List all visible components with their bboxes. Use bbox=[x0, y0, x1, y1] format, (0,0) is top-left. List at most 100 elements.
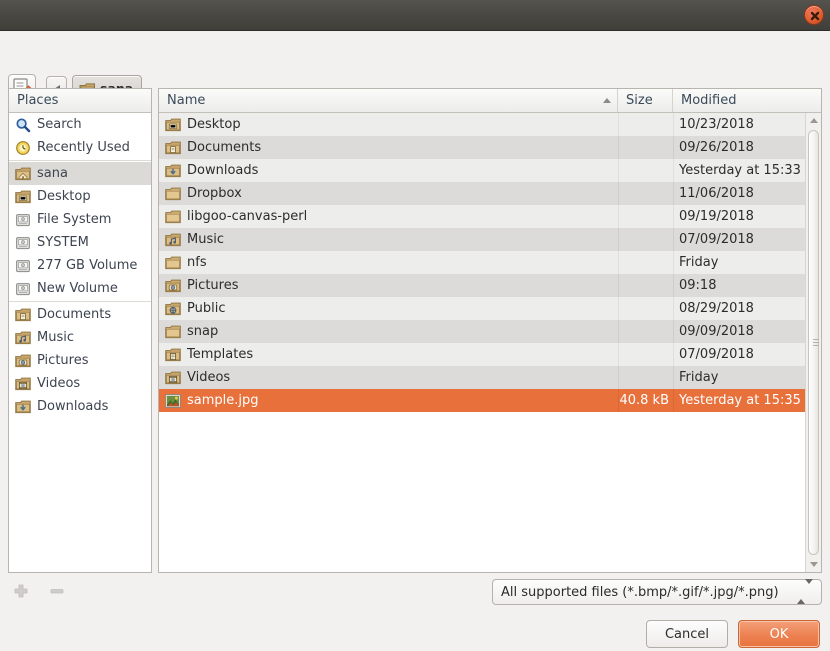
desktop-folder-icon bbox=[165, 117, 181, 133]
desktop-folder-icon bbox=[15, 189, 31, 205]
file-size-cell bbox=[618, 228, 673, 251]
file-name-label: Music bbox=[187, 232, 224, 247]
sidebar-item-label: File System bbox=[37, 212, 112, 227]
file-modified-cell: 08/29/2018 bbox=[679, 301, 754, 316]
file-modified-cell: 07/09/2018 bbox=[679, 347, 754, 362]
sidebar-item-label: Downloads bbox=[37, 399, 109, 414]
table-row[interactable]: nfs Friday bbox=[159, 251, 821, 274]
file-modified-cell: Yesterday at 15:33 bbox=[679, 163, 801, 178]
sidebar-item-277-gb-volume[interactable]: 277 GB Volume bbox=[9, 254, 151, 277]
sort-ascending-icon bbox=[603, 98, 611, 103]
column-header-name[interactable]: Name bbox=[159, 89, 618, 112]
scrollbar-thumb[interactable] bbox=[808, 130, 819, 555]
minus-icon bbox=[50, 589, 64, 594]
folder-icon bbox=[165, 255, 181, 271]
ok-button[interactable]: OK bbox=[738, 620, 820, 648]
sidebar-item-label: Desktop bbox=[37, 189, 91, 204]
table-row[interactable]: Desktop 10/23/2018 bbox=[159, 113, 821, 136]
sidebar-item-label: SYSTEM bbox=[37, 235, 89, 250]
sidebar-item-desktop[interactable]: Desktop bbox=[9, 185, 151, 208]
table-row[interactable]: Dropbox 11/06/2018 bbox=[159, 182, 821, 205]
file-name-label: Pictures bbox=[187, 278, 239, 293]
column-header-modified[interactable]: Modified bbox=[673, 89, 806, 112]
sidebar-item-label: Documents bbox=[37, 307, 112, 322]
sidebar-item-label: Music bbox=[37, 330, 74, 345]
folder-icon bbox=[165, 324, 181, 340]
sidebar-item-system[interactable]: SYSTEM bbox=[9, 231, 151, 254]
file-list-scrollbar[interactable] bbox=[805, 113, 821, 572]
file-size-cell bbox=[618, 343, 673, 366]
file-modified-cell: 09/19/2018 bbox=[679, 209, 754, 224]
sidebar-item-file-system[interactable]: File System bbox=[9, 208, 151, 231]
title-bar bbox=[0, 0, 830, 31]
sidebar-item-label: New Volume bbox=[37, 281, 118, 296]
table-row[interactable]: sample.jpg 40.8 kB Yesterday at 15:35 bbox=[159, 389, 821, 412]
table-row[interactable]: libgoo-canvas-perl 09/19/2018 bbox=[159, 205, 821, 228]
column-header-size[interactable]: Size bbox=[618, 89, 673, 112]
table-row[interactable]: snap 09/09/2018 bbox=[159, 320, 821, 343]
file-name-cell: Templates bbox=[159, 343, 618, 366]
file-size-cell bbox=[618, 136, 673, 159]
downloads-folder-icon bbox=[165, 163, 181, 179]
file-name-label: Dropbox bbox=[187, 186, 242, 201]
close-icon bbox=[810, 11, 820, 21]
file-modified-cell: 09/26/2018 bbox=[679, 140, 754, 155]
table-row[interactable]: Documents 09/26/2018 bbox=[159, 136, 821, 159]
file-name-cell: Pictures bbox=[159, 274, 618, 297]
sidebar-item-downloads[interactable]: Downloads bbox=[9, 395, 151, 418]
sidebar-item-new-volume[interactable]: New Volume bbox=[9, 277, 151, 300]
file-modified-cell: 10/23/2018 bbox=[679, 117, 754, 132]
add-bookmark-button[interactable] bbox=[8, 580, 34, 602]
sidebar-item-sana[interactable]: sana bbox=[9, 162, 151, 185]
pictures-folder-icon bbox=[15, 353, 31, 369]
file-size-cell bbox=[618, 251, 673, 274]
table-row[interactable]: Videos Friday bbox=[159, 366, 821, 389]
scroll-down-button[interactable] bbox=[806, 557, 821, 572]
scrollbar-grip-icon bbox=[813, 338, 819, 348]
table-row[interactable]: Templates 07/09/2018 bbox=[159, 343, 821, 366]
documents-folder-icon bbox=[165, 140, 181, 156]
table-row[interactable]: Music 07/09/2018 bbox=[159, 228, 821, 251]
table-row[interactable]: Public 08/29/2018 bbox=[159, 297, 821, 320]
file-size-cell: 40.8 kB bbox=[619, 393, 669, 408]
sidebar-item-recently-used[interactable]: Recently Used bbox=[9, 136, 151, 159]
file-size-cell bbox=[618, 297, 673, 320]
music-folder-icon bbox=[15, 330, 31, 346]
close-window-button[interactable] bbox=[804, 5, 824, 25]
file-modified-cell: Yesterday at 15:35 bbox=[679, 393, 801, 408]
sidebar-item-documents[interactable]: Documents bbox=[9, 303, 151, 326]
sidebar-item-label: Videos bbox=[37, 376, 81, 391]
toolbar: sana bbox=[0, 31, 830, 102]
clock-icon bbox=[15, 140, 31, 156]
table-row[interactable]: Pictures 09:18 bbox=[159, 274, 821, 297]
sidebar-item-search[interactable]: Search bbox=[9, 113, 151, 136]
file-size-cell bbox=[618, 366, 673, 389]
sidebar-item-pictures[interactable]: Pictures bbox=[9, 349, 151, 372]
spinner-arrows-icon bbox=[797, 579, 813, 604]
file-name-label: Downloads bbox=[187, 163, 259, 178]
places-header: Places bbox=[9, 89, 151, 113]
file-modified-cell: 11/06/2018 bbox=[679, 186, 754, 201]
pictures-folder-icon bbox=[165, 278, 181, 294]
table-row[interactable]: Downloads Yesterday at 15:33 bbox=[159, 159, 821, 182]
column-divider bbox=[618, 113, 619, 412]
column-header-name-label: Name bbox=[167, 93, 206, 108]
remove-bookmark-button[interactable] bbox=[44, 580, 70, 602]
scroll-up-button[interactable] bbox=[806, 113, 821, 128]
file-name-cell: Videos bbox=[159, 366, 618, 389]
file-type-filter-combobox[interactable]: All supported files (*.bmp/*.gif/*.jpg/*… bbox=[492, 579, 822, 605]
sidebar-item-videos[interactable]: Videos bbox=[9, 372, 151, 395]
cancel-button[interactable]: Cancel bbox=[646, 620, 728, 648]
file-name-label: Documents bbox=[187, 140, 262, 155]
sidebar-item-label: 277 GB Volume bbox=[37, 258, 138, 273]
sidebar-item-music[interactable]: Music bbox=[9, 326, 151, 349]
file-name-label: libgoo-canvas-perl bbox=[187, 209, 308, 224]
file-modified-cell: 09/09/2018 bbox=[679, 324, 754, 339]
drive-icon bbox=[15, 281, 31, 297]
file-modified-cell: Friday bbox=[679, 255, 719, 270]
places-list: Search Recently Used sana Desktop File Syste… bbox=[9, 113, 151, 418]
drive-icon bbox=[15, 258, 31, 274]
file-name-cell: libgoo-canvas-perl bbox=[159, 205, 618, 228]
search-icon bbox=[15, 117, 31, 133]
dialog-action-buttons: Cancel OK bbox=[646, 620, 820, 648]
